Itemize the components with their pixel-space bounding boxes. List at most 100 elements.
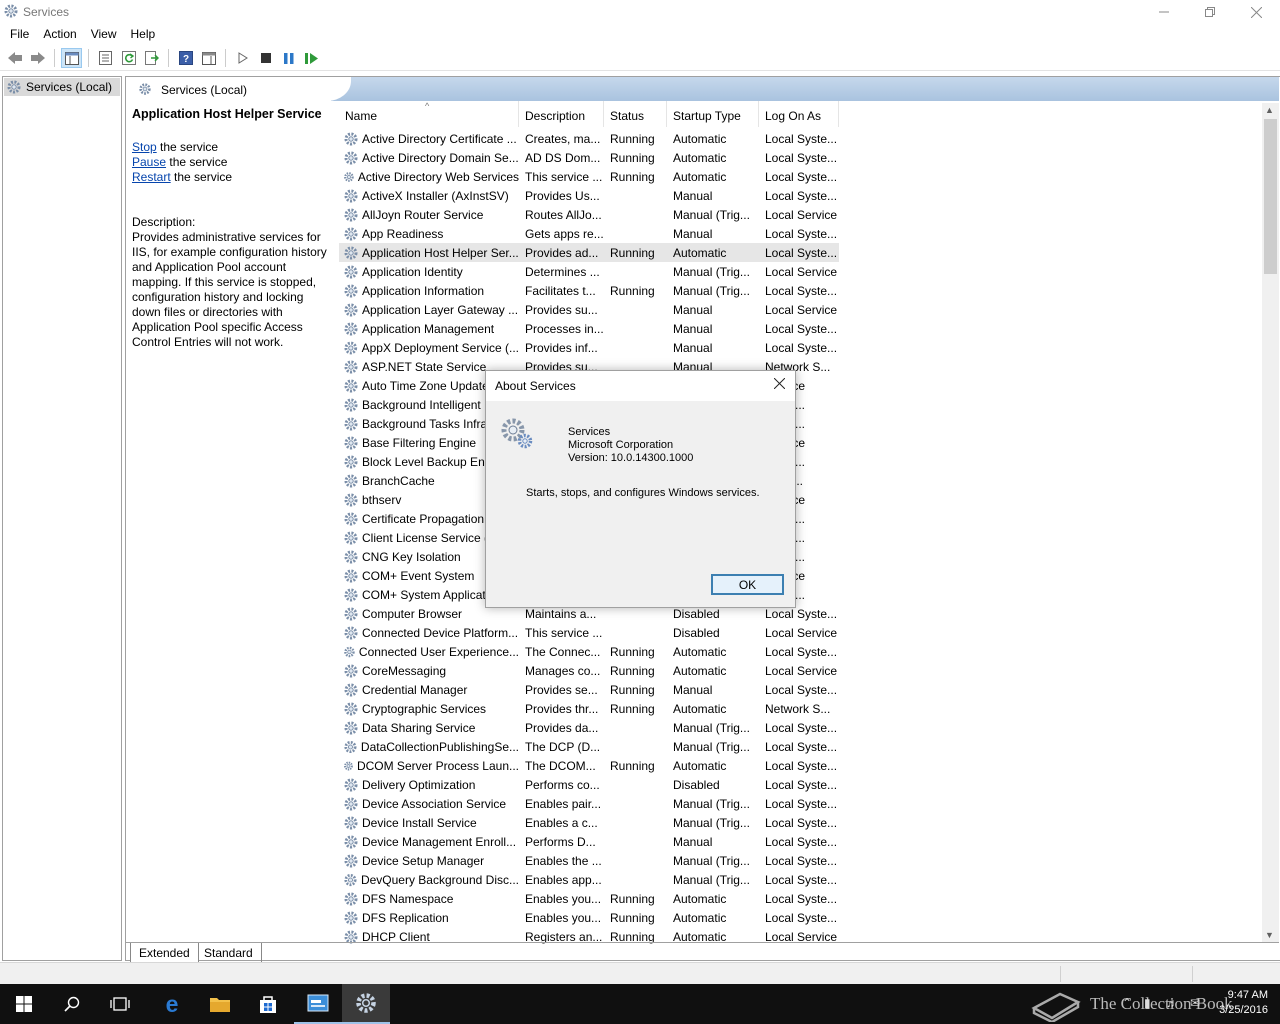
action-pane-icon	[201, 51, 216, 65]
taskbar-server-manager[interactable]	[294, 984, 342, 1024]
menu-help[interactable]: Help	[124, 24, 163, 44]
table-row[interactable]: ActiveX Installer (AxInstSV) Provides Us.…	[339, 186, 839, 205]
column-header-name[interactable]: ^ Name	[339, 101, 519, 127]
vertical-scrollbar[interactable]: ▲ ▼	[1262, 103, 1279, 942]
minimize-button[interactable]	[1141, 0, 1187, 24]
column-header-log-on-as[interactable]: Log On As	[759, 101, 839, 127]
table-row[interactable]: Connected User Experience... The Connec..…	[339, 642, 839, 661]
back-button[interactable]	[4, 48, 25, 68]
table-row[interactable]: CoreMessaging Manages co... Running Automat…	[339, 661, 839, 680]
cell-log-on-as: Local Syste...	[765, 188, 838, 203]
tab-extended[interactable]: Extended	[130, 943, 199, 962]
stop-service-button[interactable]	[255, 48, 276, 68]
cell-log-on-as: Local Syste...	[765, 226, 838, 241]
table-row[interactable]: AppX Deployment Service (... Provides inf…	[339, 338, 839, 357]
book-logo-icon	[1031, 992, 1081, 1022]
forward-button[interactable]	[27, 48, 48, 68]
table-row[interactable]: Application Layer Gateway ... Provides su…	[339, 300, 839, 319]
refresh-button[interactable]	[118, 48, 139, 68]
show-action-pane-button[interactable]	[198, 48, 219, 68]
table-row[interactable]: Delivery Optimization Performs co... Disab…	[339, 775, 839, 794]
start-button[interactable]	[0, 984, 48, 1024]
table-row[interactable]: Data Sharing Service Provides da... Manual…	[339, 718, 839, 737]
taskbar-file-explorer[interactable]	[196, 984, 244, 1024]
table-row[interactable]: Cryptographic Services Provides thr... Run…	[339, 699, 839, 718]
table-row[interactable]: DFS Namespace Enables you... Running Automa…	[339, 889, 839, 908]
restore-button[interactable]	[1187, 0, 1233, 24]
close-button[interactable]	[1233, 0, 1279, 24]
service-name: DevQuery Background Disc...	[360, 872, 519, 887]
table-row[interactable]: Credential Manager Provides se... Running M…	[339, 680, 839, 699]
export-list-button[interactable]	[141, 48, 162, 68]
restart-link[interactable]: Restart	[132, 170, 171, 184]
cell-name: DCOM Server Process Laun...	[339, 758, 519, 774]
table-row[interactable]: DataCollectionPublishingSe... The DCP (D.…	[339, 737, 839, 756]
table-row[interactable]: Device Association Service Enables pair..…	[339, 794, 839, 813]
cell-status: Running	[610, 245, 655, 260]
cell-description: Enables app...	[525, 872, 602, 887]
clock[interactable]: 9:47 AM 3/25/2016	[1210, 988, 1268, 1018]
dialog-close-button[interactable]	[769, 375, 789, 395]
cell-startup-type: Manual (Trig...	[673, 720, 750, 735]
table-row[interactable]: DevQuery Background Disc... Enables app..…	[339, 870, 839, 889]
menu-action[interactable]: Action	[36, 24, 83, 44]
taskbar-edge[interactable]: e	[148, 984, 196, 1024]
action-center-icon[interactable]: ✉	[1190, 996, 1200, 1010]
table-row[interactable]: Active Directory Web Services This servic…	[339, 167, 839, 186]
column-header-startup-type[interactable]: Startup Type	[667, 101, 759, 127]
table-row[interactable]: Application Information Facilitates t... R…	[339, 281, 839, 300]
properties-button[interactable]	[95, 48, 116, 68]
pause-link[interactable]: Pause	[132, 155, 166, 169]
menu-view[interactable]: View	[84, 24, 124, 44]
dialog-company: Microsoft Corporation	[568, 439, 674, 451]
table-row[interactable]: DFS Replication Enables you... Running Auto…	[339, 908, 839, 927]
pause-service-button[interactable]	[278, 48, 299, 68]
taskbar-store[interactable]	[244, 984, 292, 1024]
scroll-down-icon[interactable]: ▼	[1265, 930, 1274, 940]
service-name: COM+ System Applicat	[362, 587, 486, 602]
start-service-button[interactable]	[232, 48, 253, 68]
cell-startup-type: Automatic	[673, 758, 727, 773]
show-hidden-icons[interactable]: ⌃	[1122, 996, 1132, 1010]
cell-startup-type: Automatic	[673, 245, 727, 260]
task-view-button[interactable]	[96, 984, 144, 1024]
cell-description: AD DS Dom...	[525, 150, 601, 165]
column-header-description[interactable]: Description	[519, 101, 604, 127]
volume-icon[interactable]: ♬	[1166, 996, 1178, 1010]
service-gear-icon	[344, 341, 358, 354]
tree-item-services-local[interactable]: Services (Local)	[4, 78, 120, 96]
table-row[interactable]: Application Host Helper Ser... Provides a…	[339, 243, 839, 262]
table-row[interactable]: Connected Device Platform... This service…	[339, 623, 839, 642]
stop-link[interactable]: Stop	[132, 140, 157, 154]
cell-name: Device Management Enroll...	[339, 834, 519, 850]
scroll-up-icon[interactable]: ▲	[1265, 105, 1274, 115]
scroll-thumb[interactable]	[1264, 119, 1277, 274]
table-row[interactable]: Device Setup Manager Enables the ... Manua…	[339, 851, 839, 870]
cell-status: Running	[610, 150, 655, 165]
ok-button[interactable]: OK	[711, 574, 784, 595]
cell-name: AllJoyn Router Service	[339, 207, 519, 223]
restart-service-button[interactable]	[301, 48, 322, 68]
service-name: Computer Browser	[362, 606, 463, 621]
table-row[interactable]: Device Install Service Enables a c... Manu…	[339, 813, 839, 832]
menu-file[interactable]: File	[3, 24, 36, 44]
table-row[interactable]: Active Directory Domain Se... AD DS Dom..…	[339, 148, 839, 167]
tab-standard[interactable]: Standard	[196, 943, 262, 962]
table-row[interactable]: Application Identity Determines ... Manual…	[339, 262, 839, 281]
service-gear-icon	[344, 284, 358, 297]
taskbar-services[interactable]	[342, 984, 390, 1024]
table-row[interactable]: Active Directory Certificate ... Creates,…	[339, 129, 839, 148]
help-button[interactable]: ?	[175, 48, 196, 68]
network-icon[interactable]: ▮	[1144, 996, 1151, 1010]
table-row[interactable]: App Readiness Gets apps re... Manual Local …	[339, 224, 839, 243]
service-name: CoreMessaging	[362, 663, 447, 678]
help-icon: ?	[178, 51, 193, 65]
service-gear-icon	[344, 379, 358, 392]
table-row[interactable]: AllJoyn Router Service Routes AllJo... Man…	[339, 205, 839, 224]
show-hide-console-tree-button[interactable]	[61, 48, 82, 68]
search-button[interactable]	[48, 984, 96, 1024]
table-row[interactable]: DCOM Server Process Laun... The DCOM... Ru…	[339, 756, 839, 775]
column-header-status[interactable]: Status	[604, 101, 667, 127]
table-row[interactable]: Device Management Enroll... Performs D...…	[339, 832, 839, 851]
table-row[interactable]: Application Management Processes in... Man…	[339, 319, 839, 338]
